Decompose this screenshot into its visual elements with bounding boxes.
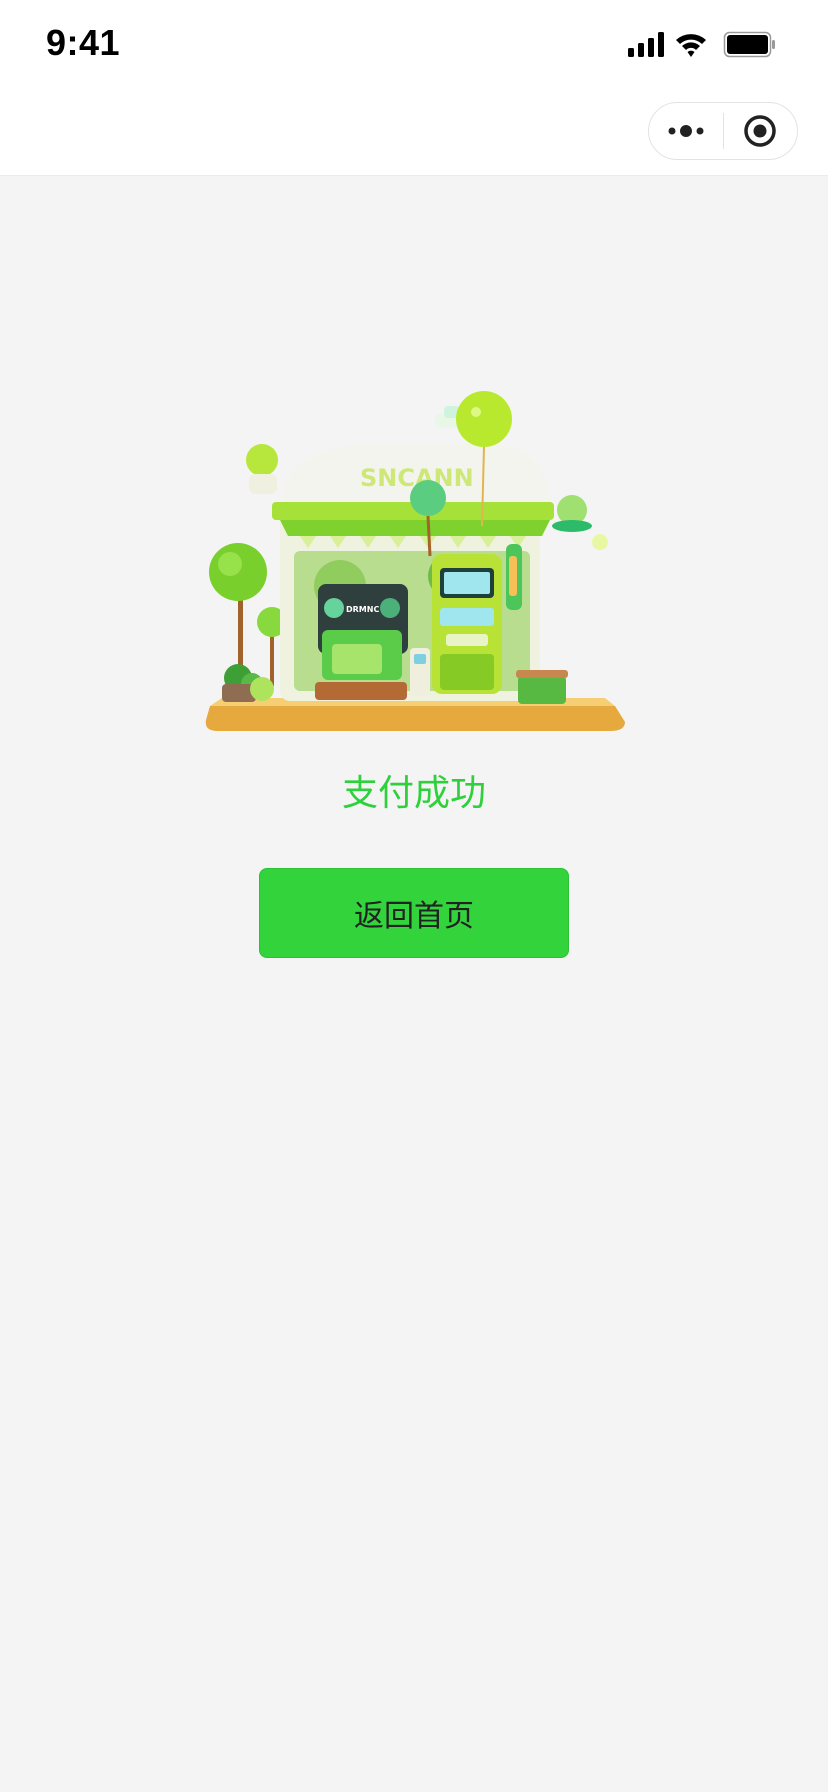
status-time: 9:41 bbox=[46, 22, 121, 63]
wifi-icon bbox=[676, 34, 706, 57]
close-target-icon bbox=[744, 115, 776, 147]
header-bar: 9:41 bbox=[0, 0, 828, 176]
close-button[interactable] bbox=[724, 102, 798, 160]
page-content: SNCANN DRMNC 支付成功 返回首页 bbox=[0, 176, 828, 1792]
status-icons bbox=[628, 30, 778, 60]
payment-success-title: 支付成功 bbox=[341, 773, 486, 814]
signal-icon bbox=[628, 32, 664, 57]
mini-program-capsule bbox=[648, 102, 798, 160]
battery-icon bbox=[723, 31, 775, 58]
payment-success-illustration: SNCANN DRMNC bbox=[200, 386, 630, 756]
screen-text: DRMNC bbox=[346, 605, 379, 614]
more-dots-icon bbox=[668, 125, 704, 137]
more-button[interactable] bbox=[649, 102, 723, 160]
back-home-button[interactable]: 返回首页 bbox=[259, 868, 569, 958]
